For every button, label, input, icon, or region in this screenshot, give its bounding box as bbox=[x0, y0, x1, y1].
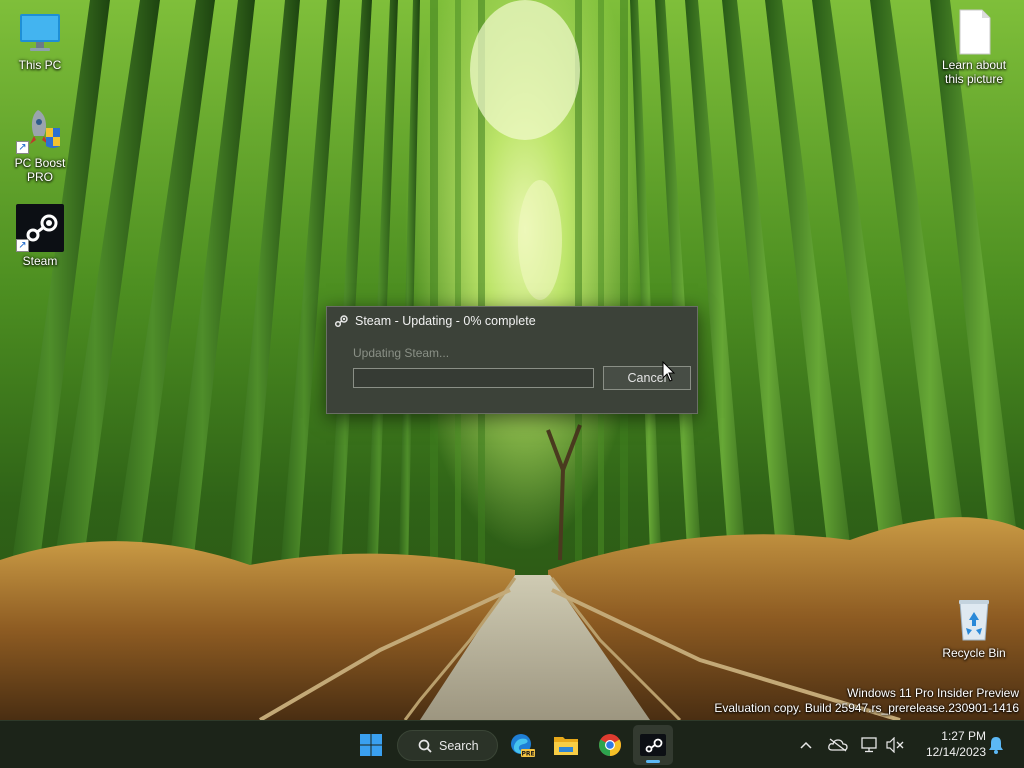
steam-icon: ↗ bbox=[16, 204, 64, 252]
cancel-button[interactable]: Cancel bbox=[603, 366, 691, 390]
running-indicator bbox=[646, 760, 660, 763]
file-explorer-icon bbox=[554, 737, 578, 755]
shortcut-arrow-icon: ↗ bbox=[16, 239, 29, 252]
chevron-up-icon bbox=[800, 741, 812, 749]
recycle-bin-icon bbox=[950, 596, 998, 644]
network-tray-button[interactable] bbox=[860, 734, 880, 756]
desktop-icon-this-pc[interactable]: This PC bbox=[0, 8, 80, 72]
taskbar: Search PRE 1:27 PM 12/14/2023 bbox=[0, 720, 1024, 768]
desktop-icon-label: Recycle Bin bbox=[942, 646, 1006, 660]
taskbar-app-file-explorer[interactable] bbox=[546, 725, 586, 765]
search-label: Search bbox=[439, 738, 479, 753]
onedrive-tray-button[interactable] bbox=[828, 734, 848, 756]
document-icon bbox=[950, 8, 998, 56]
mouse-cursor-icon bbox=[662, 360, 676, 386]
clock-date: 12/14/2023 bbox=[925, 745, 986, 759]
windows-start-icon bbox=[360, 734, 382, 756]
windows-evaluation-watermark: Windows 11 Pro Insider Preview Evaluatio… bbox=[714, 686, 1019, 716]
watermark-edition: Windows 11 Pro Insider Preview bbox=[847, 686, 1019, 700]
steam-logo-icon bbox=[333, 313, 349, 329]
monitor-icon bbox=[16, 8, 64, 56]
desktop-icon-label: Steam bbox=[22, 254, 58, 268]
desktop-icon-learn-about-picture[interactable]: Learn about this picture bbox=[934, 8, 1014, 86]
update-status-text: Updating Steam... bbox=[353, 346, 450, 360]
watermark-build: Evaluation copy. Build 25947.rs_prerelea… bbox=[714, 701, 1019, 715]
taskbar-clock[interactable]: 1:27 PM 12/14/2023 bbox=[914, 728, 986, 760]
start-button[interactable] bbox=[351, 725, 391, 765]
taskbar-search-button[interactable]: Search bbox=[397, 730, 498, 761]
taskbar-app-chrome[interactable] bbox=[590, 725, 630, 765]
shortcut-arrow-icon: ↗ bbox=[16, 141, 29, 154]
steam-icon bbox=[640, 734, 666, 756]
taskbar-app-edge[interactable]: PRE bbox=[502, 725, 542, 765]
edge-badge: PRE bbox=[521, 751, 534, 758]
chrome-icon bbox=[599, 734, 621, 756]
pc-boost-rocket-icon: ↗ bbox=[16, 106, 64, 154]
volume-tray-button[interactable] bbox=[885, 734, 905, 756]
edge-preview-icon: PRE bbox=[511, 734, 535, 758]
desktop-icon-label: PC Boost PRO bbox=[14, 156, 66, 184]
search-icon bbox=[418, 739, 432, 753]
steam-update-dialog: Steam - Updating - 0% complete Updating … bbox=[326, 306, 698, 414]
desktop-icon-pc-boost-pro[interactable]: ↗ PC Boost PRO bbox=[0, 106, 80, 184]
network-icon bbox=[861, 737, 877, 753]
desktop-icon-label: This PC bbox=[18, 58, 62, 72]
clock-time: 1:27 PM bbox=[941, 729, 986, 743]
dialog-title: Steam - Updating - 0% complete bbox=[355, 314, 536, 328]
desktop-icon-label: Learn about this picture bbox=[941, 58, 1007, 86]
update-progress-bar bbox=[353, 368, 594, 388]
volume-muted-icon bbox=[886, 737, 904, 753]
desktop-icon-recycle-bin[interactable]: Recycle Bin bbox=[934, 596, 1014, 660]
show-hidden-icons-button[interactable] bbox=[796, 734, 816, 756]
desktop-icon-steam[interactable]: ↗ Steam bbox=[0, 204, 80, 268]
notification-bell-icon bbox=[989, 737, 1003, 754]
onedrive-off-icon bbox=[828, 738, 848, 752]
notifications-button[interactable] bbox=[986, 734, 1006, 756]
dialog-titlebar[interactable]: Steam - Updating - 0% complete bbox=[327, 307, 697, 335]
taskbar-app-steam[interactable] bbox=[633, 725, 673, 765]
